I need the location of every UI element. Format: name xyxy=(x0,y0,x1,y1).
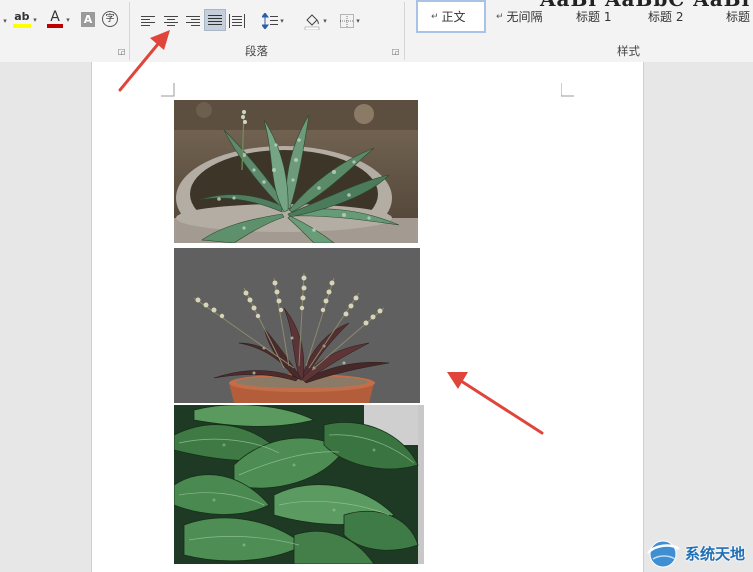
style-normal[interactable]: ↵ 正文 xyxy=(416,0,486,33)
distributed-icon xyxy=(229,14,245,28)
ribbon: ▾ ab ▾ A ▾ A 字 ▾ ▾ ▾ 段落 ◲ ◲ ↵ 正文 ↵ 无间隔 标… xyxy=(0,0,753,63)
align-right-button[interactable] xyxy=(184,10,202,32)
margin-corner-mark xyxy=(561,83,574,97)
group-separator xyxy=(129,2,130,60)
watermark-text: 系统天地 xyxy=(685,544,746,563)
style-title[interactable]: 标题 xyxy=(712,0,753,33)
document-area[interactable] xyxy=(0,62,753,572)
line-spacing-icon xyxy=(262,13,279,29)
style-label: 无间隔 xyxy=(506,10,543,24)
group-separator xyxy=(404,2,405,60)
character-shading-icon: A xyxy=(81,11,95,27)
margin-corner-mark xyxy=(161,83,175,97)
align-center-icon xyxy=(164,16,178,26)
document-page[interactable] xyxy=(91,62,644,572)
paragraph-mark-icon: ↵ xyxy=(431,11,439,22)
highlight-color-bar xyxy=(13,24,32,28)
paragraph-group-label: 段落 xyxy=(245,44,268,58)
styles-group-label: 样式 xyxy=(617,44,640,58)
paragraph-mark-icon: ↵ xyxy=(496,11,504,22)
enclose-characters-button[interactable]: 字 xyxy=(101,9,119,29)
justify-button[interactable] xyxy=(204,9,226,31)
image-green-leaves[interactable] xyxy=(174,405,424,564)
text-highlight-button[interactable]: ab ▾ xyxy=(10,9,40,31)
style-heading-2[interactable]: 标题 2 xyxy=(634,0,718,33)
align-left-icon xyxy=(141,16,155,26)
style-label: 标题 2 xyxy=(648,10,684,24)
align-right-icon xyxy=(186,16,200,26)
image-flowering-plant[interactable] xyxy=(174,248,420,403)
font-color-icon: A xyxy=(50,9,60,25)
align-center-button[interactable] xyxy=(162,10,180,32)
style-no-spacing[interactable]: ↵ 无间隔 xyxy=(490,0,566,33)
style-label: 标题 1 xyxy=(576,10,612,24)
justify-icon xyxy=(208,15,222,25)
line-spacing-button[interactable]: ▾ xyxy=(258,10,288,32)
highlight-icon: ab xyxy=(14,10,30,23)
paragraph-dialog-launcher-icon[interactable]: ◲ xyxy=(391,47,400,56)
font-color-button[interactable]: A ▾ xyxy=(43,9,73,31)
font-color-bar xyxy=(47,24,64,28)
character-shading-button[interactable]: A xyxy=(80,9,96,29)
font-dropdown-caret[interactable]: ▾ xyxy=(0,10,8,32)
watermark-logo: 系统天地 xyxy=(645,536,745,570)
distributed-button[interactable] xyxy=(228,10,246,32)
style-label: 标题 xyxy=(726,10,751,24)
watermark-globe-icon xyxy=(647,540,680,568)
align-left-button[interactable] xyxy=(139,10,157,32)
borders-button[interactable]: ▾ xyxy=(335,10,365,32)
image-potted-spotted-plant[interactable] xyxy=(174,100,418,243)
shading-button[interactable]: ▾ xyxy=(300,10,330,32)
paint-bucket-icon xyxy=(304,14,320,30)
enclose-characters-icon: 字 xyxy=(102,11,118,27)
font-dialog-launcher-icon[interactable]: ◲ xyxy=(117,47,126,56)
borders-icon xyxy=(340,14,355,28)
style-label: 正文 xyxy=(441,10,466,24)
